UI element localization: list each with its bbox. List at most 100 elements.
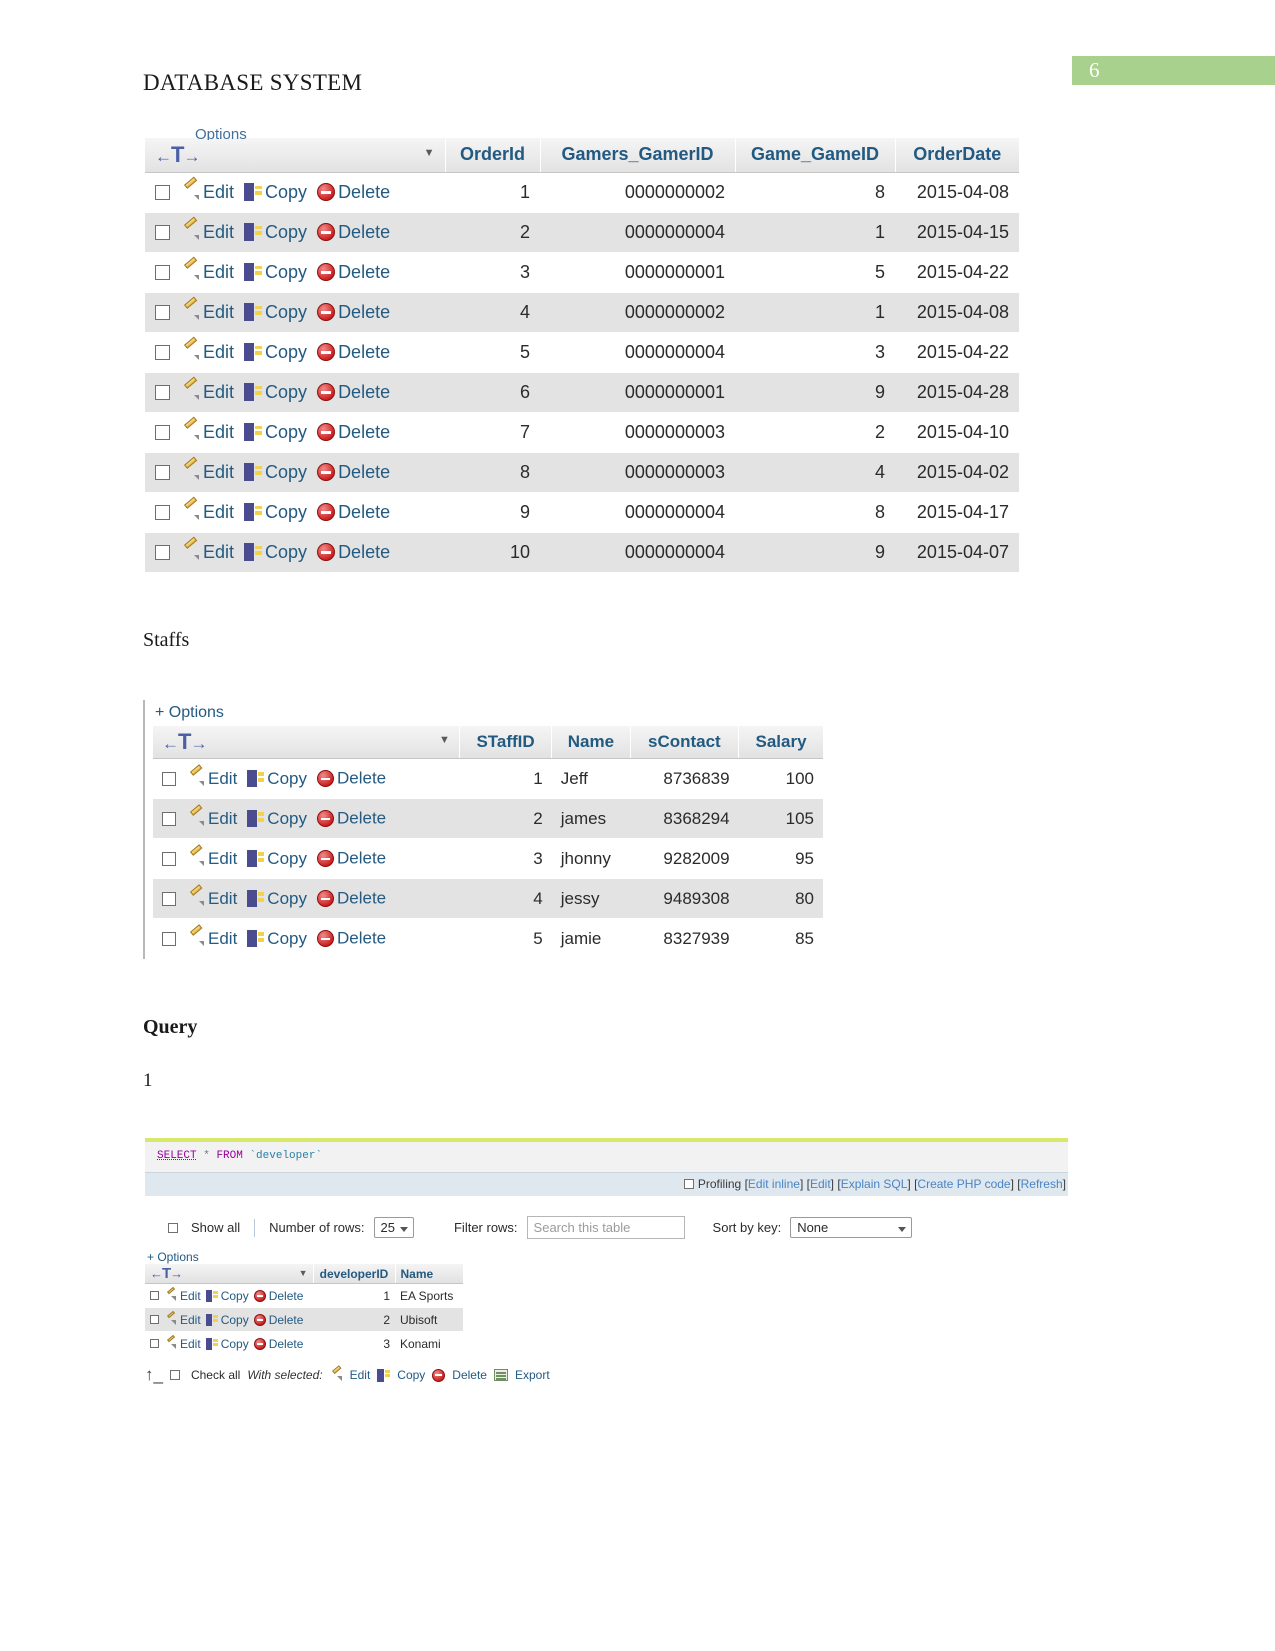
row-select-checkbox[interactable] (155, 224, 170, 240)
row-edit-link[interactable]: Edit (203, 542, 234, 562)
row-edit-link[interactable]: Edit (203, 302, 234, 322)
row-delete-link[interactable]: Delete (338, 222, 390, 242)
row-select-checkbox[interactable] (155, 504, 170, 520)
row-actions-cell[interactable]: Edit Copy Delete (145, 172, 445, 213)
row-copy-link[interactable]: Copy (267, 849, 307, 868)
row-edit-link[interactable]: Edit (203, 182, 234, 202)
row-select-checkbox[interactable] (162, 891, 176, 906)
transpose-icon[interactable]: T (162, 1265, 171, 1282)
orders-col-gamerid[interactable]: Gamers_GamerID (539, 138, 735, 173)
move-left-icon[interactable]: ← (162, 734, 179, 753)
table-row[interactable]: Edit Copy Delete 8 0000000003 4 2015-04-02 (145, 452, 1019, 493)
footer-delete-link[interactable]: Delete (452, 1368, 487, 1382)
row-copy-link[interactable]: Copy (265, 462, 307, 482)
row-actions-cell[interactable]: Edit Copy Delete (145, 412, 445, 453)
table-row[interactable]: Edit Copy Delete 2 james 8368294 105 (153, 798, 823, 839)
orders-col-orderdate[interactable]: OrderDate (894, 138, 1019, 173)
row-actions-cell[interactable]: Edit Copy Delete (153, 918, 460, 959)
sql-query-text[interactable]: SELECT * FROM `developer` (145, 1142, 1068, 1172)
orders-col-orderid[interactable]: OrderId (444, 138, 540, 173)
footer-edit-link[interactable]: Edit (350, 1368, 371, 1382)
table-row[interactable]: Edit Copy Delete 1 0000000002 8 2015-04-08 (145, 172, 1019, 213)
check-all-checkbox[interactable] (169, 1370, 180, 1380)
staffs-nav-header[interactable]: ←T→ ▼ (153, 726, 460, 759)
row-delete-link[interactable]: Delete (338, 342, 390, 362)
table-row[interactable]: Edit Copy Delete 4 0000000002 1 2015-04-08 (145, 292, 1019, 333)
footer-copy-link[interactable]: Copy (397, 1368, 425, 1382)
row-edit-link[interactable]: Edit (180, 1337, 201, 1351)
table-row[interactable]: Edit Copy Delete 3 jhonny 9282009 95 (153, 838, 823, 879)
table-row[interactable]: Edit Copy Delete 9 0000000004 8 2015-04-17 (145, 492, 1019, 533)
row-copy-link[interactable]: Copy (267, 929, 307, 948)
filter-rows-input[interactable]: Search this table (526, 1216, 685, 1239)
row-actions-cell[interactable]: Edit Copy Delete (145, 1331, 313, 1356)
row-actions-cell[interactable]: Edit Copy Delete (145, 452, 445, 493)
row-actions-cell[interactable]: Edit Copy Delete (145, 332, 445, 373)
move-right-icon[interactable]: → (170, 1266, 183, 1281)
chevron-down-icon[interactable]: ▼ (299, 1268, 308, 1278)
row-delete-link[interactable]: Delete (337, 769, 386, 788)
row-select-checkbox[interactable] (162, 771, 176, 786)
move-right-icon[interactable]: → (190, 734, 207, 753)
edit-inline-link[interactable]: Edit inline (748, 1177, 800, 1191)
number-of-rows-select[interactable]: 25 (373, 1217, 414, 1238)
row-delete-link[interactable]: Delete (269, 1289, 304, 1303)
staffs-col-name[interactable]: Name (551, 726, 631, 759)
staffs-col-scontact[interactable]: sContact (629, 726, 739, 759)
row-edit-link[interactable]: Edit (208, 769, 237, 788)
row-delete-link[interactable]: Delete (338, 462, 390, 482)
chevron-down-icon[interactable]: ▼ (424, 147, 435, 159)
row-delete-link[interactable]: Delete (337, 929, 386, 948)
row-copy-link[interactable]: Copy (265, 222, 307, 242)
table-row[interactable]: Edit Copy Delete 5 jamie 8327939 85 (153, 918, 823, 959)
sort-by-key-select[interactable]: None (790, 1217, 913, 1238)
row-actions-cell[interactable]: Edit Copy Delete (145, 532, 445, 573)
row-actions-cell[interactable]: Edit Copy Delete (153, 838, 460, 879)
row-delete-link[interactable]: Delete (338, 542, 390, 562)
row-delete-link[interactable]: Delete (269, 1313, 304, 1327)
table-row[interactable]: Edit Copy Delete 7 0000000003 2 2015-04-10 (145, 412, 1019, 453)
row-delete-link[interactable]: Delete (337, 849, 386, 868)
profiling-checkbox[interactable] (683, 1179, 694, 1189)
row-copy-link[interactable]: Copy (221, 1289, 249, 1303)
table-row[interactable]: Edit Copy Delete 4 jessy 9489308 80 (153, 878, 823, 919)
row-delete-link[interactable]: Delete (337, 889, 386, 908)
show-all-checkbox[interactable] (168, 1222, 178, 1233)
row-select-checkbox[interactable] (155, 424, 170, 440)
row-select-checkbox[interactable] (155, 384, 170, 400)
row-select-checkbox[interactable] (162, 851, 176, 866)
row-edit-link[interactable]: Edit (208, 889, 237, 908)
row-delete-link[interactable]: Delete (338, 262, 390, 282)
table-row[interactable]: Edit Copy Delete 1 EA Sports (145, 1283, 463, 1308)
row-actions-cell[interactable]: Edit Copy Delete (153, 878, 460, 919)
row-select-checkbox[interactable] (150, 1291, 159, 1301)
table-row[interactable]: Edit Copy Delete 2 Ubisoft (145, 1307, 463, 1332)
row-edit-link[interactable]: Edit (180, 1313, 201, 1327)
orders-nav-header[interactable]: ←T→ ▼ (145, 138, 445, 173)
row-edit-link[interactable]: Edit (203, 382, 234, 402)
row-delete-link[interactable]: Delete (338, 502, 390, 522)
row-edit-link[interactable]: Edit (208, 849, 237, 868)
row-copy-link[interactable]: Copy (221, 1313, 249, 1327)
transpose-icon[interactable]: T (178, 729, 191, 754)
row-select-checkbox[interactable] (155, 344, 170, 360)
row-copy-link[interactable]: Copy (267, 889, 307, 908)
row-copy-link[interactable]: Copy (221, 1337, 249, 1351)
row-actions-cell[interactable]: Edit Copy Delete (145, 212, 445, 253)
row-edit-link[interactable]: Edit (203, 422, 234, 442)
move-left-icon[interactable]: ← (155, 147, 172, 166)
explain-sql-link[interactable]: Explain SQL (841, 1177, 908, 1191)
developer-col-name[interactable]: Name (394, 1264, 463, 1284)
row-copy-link[interactable]: Copy (265, 262, 307, 282)
row-copy-link[interactable]: Copy (265, 342, 307, 362)
staffs-options-label[interactable]: + Options (145, 700, 815, 726)
row-actions-cell[interactable]: Edit Copy Delete (145, 492, 445, 533)
row-copy-link[interactable]: Copy (265, 382, 307, 402)
row-select-checkbox[interactable] (162, 811, 176, 826)
row-copy-link[interactable]: Copy (267, 769, 307, 788)
row-copy-link[interactable]: Copy (267, 809, 307, 828)
arrow-up-icon[interactable]: ↑_ (145, 1365, 163, 1385)
table-row[interactable]: Edit Copy Delete 10 0000000004 9 2015-04-07 (145, 532, 1019, 573)
developer-col-developerid[interactable]: developerID (312, 1264, 395, 1284)
orders-col-gameid[interactable]: Game_GameID (734, 138, 895, 173)
